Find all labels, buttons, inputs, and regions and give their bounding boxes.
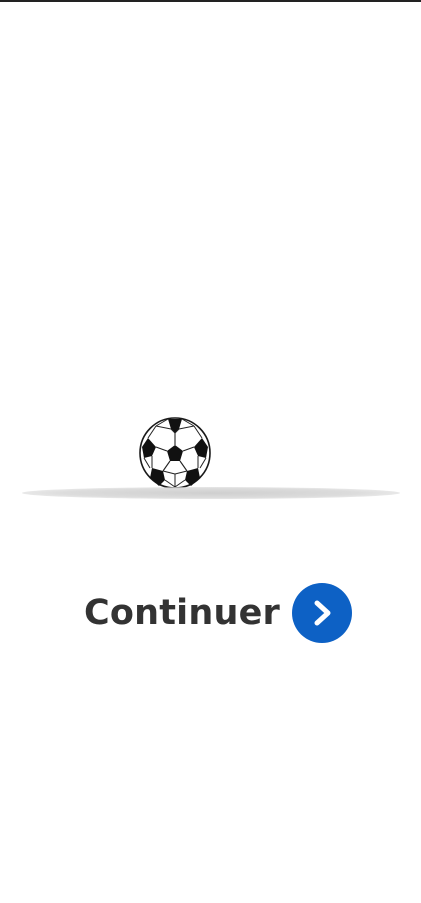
continue-arrow-button[interactable] [292, 583, 353, 643]
soccer-ball-icon [138, 416, 212, 490]
screen: Continuer [0, 0, 421, 903]
chevron-right-icon [314, 600, 331, 626]
ground-shadow [22, 487, 400, 499]
continue-button[interactable]: Continuer [84, 582, 353, 644]
continue-label: Continuer [84, 593, 281, 633]
status-bar-edge [0, 0, 421, 2]
